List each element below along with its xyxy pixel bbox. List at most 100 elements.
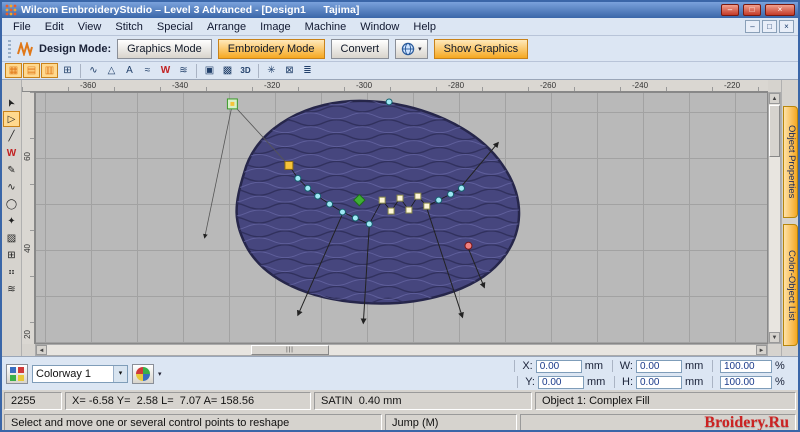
minimize-icon[interactable]: – bbox=[721, 4, 739, 16]
vertical-ruler: 60 40 20 bbox=[22, 92, 35, 344]
scale-y-percent-label: % bbox=[775, 376, 785, 388]
globe-dropdown-arrow-icon[interactable]: ▾ bbox=[418, 45, 422, 53]
transform-row-y: Y: 0.00 mm H: 0.00 mm 100.00 % bbox=[510, 374, 795, 390]
run-stitch-icon[interactable]: ≈ bbox=[139, 63, 156, 78]
wave-tool[interactable]: ≋ bbox=[3, 281, 20, 297]
tool-palette: ➤ ▷ ╱ W ✎ ∿ ◯ ✦ ▨ ⊞ ⠶ ≋ bbox=[2, 80, 22, 356]
scroll-down-icon[interactable]: ▼ bbox=[769, 332, 780, 343]
digitize-tool[interactable]: ✎ bbox=[3, 162, 20, 178]
y-field[interactable]: 0.00 bbox=[538, 375, 584, 389]
node-edit-tool[interactable]: ⠶ bbox=[3, 264, 20, 280]
w-field[interactable]: 0.00 bbox=[636, 359, 682, 373]
scale-y-field[interactable]: 100.00 bbox=[720, 375, 772, 389]
pattern-fill-icon[interactable]: ▩ bbox=[219, 63, 236, 78]
show-graphics-button[interactable]: Show Graphics bbox=[433, 38, 529, 59]
embroidery-object[interactable] bbox=[220, 99, 529, 305]
app-window: Wilcom EmbroideryStudio – Level 3 Advanc… bbox=[0, 0, 800, 432]
triangle-shape-icon[interactable]: △ bbox=[103, 63, 120, 78]
scroll-up-icon[interactable]: ▲ bbox=[769, 93, 780, 104]
menu-help[interactable]: Help bbox=[406, 19, 443, 35]
exit-point-handle[interactable] bbox=[464, 241, 473, 250]
satin-fill-icon[interactable]: ▤ bbox=[23, 63, 40, 78]
ellipse-tool[interactable]: ◯ bbox=[3, 196, 20, 212]
thread-colors-button[interactable] bbox=[6, 364, 28, 384]
entry-point-handle[interactable] bbox=[284, 160, 294, 170]
x-label: X: bbox=[522, 360, 533, 372]
select-arrow-icon: ➤ bbox=[4, 95, 19, 109]
menu-view[interactable]: View bbox=[71, 19, 109, 35]
properties-bar: Colorway 1 ▾ ▾ X: 0.00 mm W: 0.00 mm 100… bbox=[2, 356, 798, 390]
hint-text: Select and move one or several control p… bbox=[4, 414, 382, 430]
star-fill-icon[interactable]: ✳ bbox=[263, 63, 280, 78]
tab-color-object-list[interactable]: Color-Object List bbox=[783, 224, 798, 346]
reshape-tool[interactable]: ▷ bbox=[3, 111, 20, 127]
toolbar-grip[interactable] bbox=[8, 39, 11, 58]
applique-icon[interactable]: ⊠ bbox=[281, 63, 298, 78]
scroll-left-icon[interactable]: ◄ bbox=[36, 345, 47, 355]
ruler-label: 40 bbox=[23, 244, 32, 253]
menu-image[interactable]: Image bbox=[253, 19, 298, 35]
hoop-globe-button[interactable]: ▾ bbox=[395, 38, 428, 59]
vertical-scroll-thumb[interactable] bbox=[769, 105, 780, 157]
toolbar-separator bbox=[80, 63, 81, 78]
doc-minimize-icon[interactable]: – bbox=[745, 20, 760, 33]
run-tool[interactable]: ∿ bbox=[3, 179, 20, 195]
motif-fill-icon[interactable]: ▥ bbox=[41, 63, 58, 78]
menu-edit[interactable]: Edit bbox=[38, 19, 71, 35]
three-d-icon[interactable]: 3D bbox=[237, 63, 254, 78]
color-wheel-button[interactable] bbox=[132, 364, 154, 384]
star-tool[interactable]: ✦ bbox=[3, 213, 20, 229]
design-canvas[interactable] bbox=[35, 92, 768, 344]
menu-window[interactable]: Window bbox=[353, 19, 406, 35]
select-tool[interactable]: ➤ bbox=[3, 94, 20, 110]
tab-object-properties[interactable]: Object Properties bbox=[783, 106, 798, 218]
wave-stitch-icon[interactable]: ≋ bbox=[175, 63, 192, 78]
color-wheel-dropdown-arrow-icon[interactable]: ▾ bbox=[158, 370, 162, 378]
menu-special[interactable]: Special bbox=[150, 19, 200, 35]
stitch-toolbar: ▦ ▤ ▥ ⊞ ∿ △ A ≈ W ≋ ▣ ▩ 3D ✳ ⊠ ≣ bbox=[2, 62, 798, 80]
grid-fill-icon[interactable]: ⊞ bbox=[59, 63, 76, 78]
restore-icon[interactable]: □ bbox=[743, 4, 761, 16]
scale-x-field[interactable]: 100.00 bbox=[720, 359, 772, 373]
toolbar-separator bbox=[258, 63, 259, 78]
h-field[interactable]: 0.00 bbox=[636, 375, 682, 389]
menu-file[interactable]: File bbox=[6, 19, 38, 35]
menu-stitch[interactable]: Stitch bbox=[108, 19, 150, 35]
ruler-label: 20 bbox=[23, 330, 32, 339]
horizontal-scroll-thumb[interactable]: ||| bbox=[251, 345, 329, 355]
colorway-dropdown-arrow-icon[interactable]: ▾ bbox=[113, 366, 127, 382]
layers-icon[interactable]: ≣ bbox=[299, 63, 316, 78]
doc-close-icon[interactable]: × bbox=[779, 20, 794, 33]
close-icon[interactable]: × bbox=[765, 4, 795, 16]
knife-tool[interactable]: ╱ bbox=[3, 128, 20, 144]
vertical-scrollbar[interactable]: ▲ ▼ bbox=[768, 92, 781, 344]
x-field[interactable]: 0.00 bbox=[535, 359, 582, 373]
tatami-fill-icon[interactable]: ▦ bbox=[5, 63, 22, 78]
zigzag-stitch-icon[interactable]: ∿ bbox=[85, 63, 102, 78]
hint-bar: Select and move one or several control p… bbox=[2, 412, 798, 431]
menu-machine[interactable]: Machine bbox=[298, 19, 354, 35]
horizontal-scrollbar[interactable]: ◄ ||| ► bbox=[35, 344, 768, 356]
graphics-mode-button[interactable]: Graphics Mode bbox=[117, 38, 212, 59]
embroidery-mode-button[interactable]: Embroidery Mode bbox=[217, 38, 325, 59]
start-handle-inner bbox=[230, 101, 235, 106]
pattern-stamp-icon[interactable]: ▣ bbox=[201, 63, 218, 78]
scroll-right-icon[interactable]: ► bbox=[756, 345, 767, 355]
doc-restore-icon[interactable]: □ bbox=[762, 20, 777, 33]
design-mode-label: Design Mode: bbox=[39, 42, 112, 55]
broidery-watermark: Broidery.Ru bbox=[704, 414, 789, 431]
menu-arrange[interactable]: Arrange bbox=[200, 19, 253, 35]
grid-tool[interactable]: ⊞ bbox=[3, 247, 20, 263]
lettering-tool[interactable]: W bbox=[3, 145, 20, 161]
colorway-select[interactable]: Colorway 1 ▾ bbox=[32, 365, 128, 383]
menubar: File Edit View Stitch Special Arrange Im… bbox=[2, 18, 798, 36]
ruler-label: -340 bbox=[172, 81, 189, 90]
machine-function: Jump (M) bbox=[385, 414, 517, 430]
lettering-w-icon[interactable]: W bbox=[157, 63, 174, 78]
design-canvas-svg bbox=[203, 98, 529, 325]
convert-button[interactable]: Convert bbox=[330, 38, 390, 59]
h-unit-label: mm bbox=[685, 376, 704, 388]
fill-tool[interactable]: ▨ bbox=[3, 230, 20, 246]
titlebar[interactable]: Wilcom EmbroideryStudio – Level 3 Advanc… bbox=[2, 2, 798, 18]
letter-a-icon[interactable]: A bbox=[121, 63, 138, 78]
